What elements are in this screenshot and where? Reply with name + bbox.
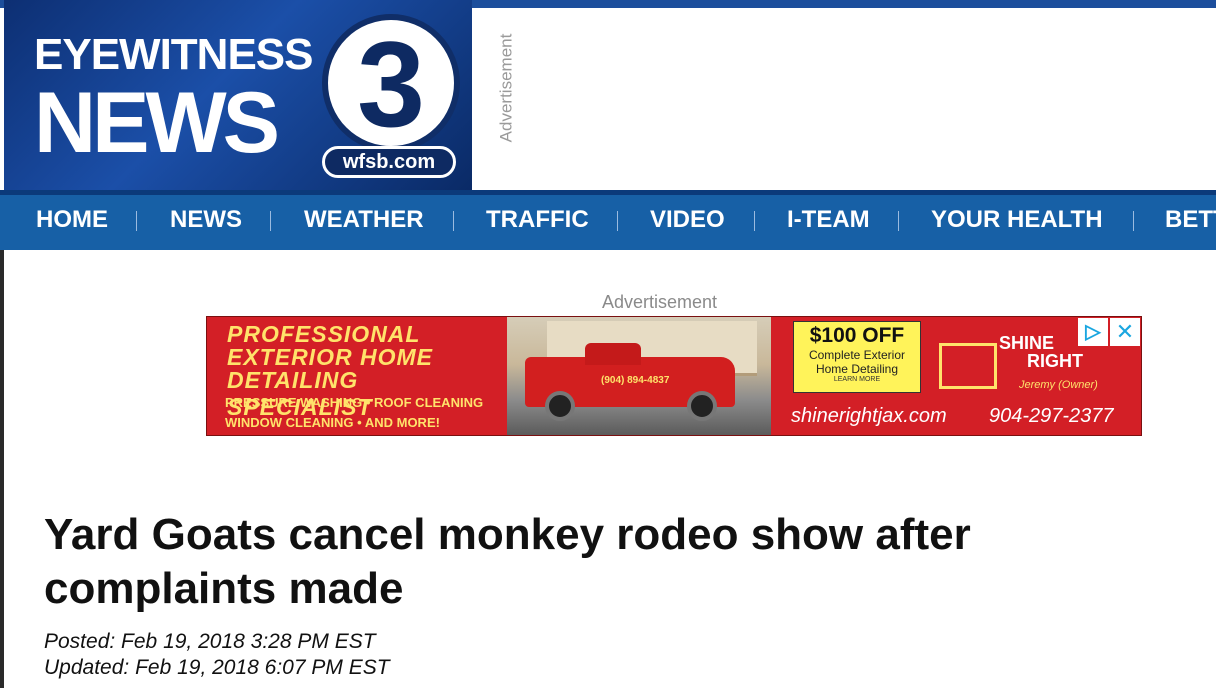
nav-item-video[interactable]: VIDEO (650, 195, 725, 250)
ad-site: shinerightjax.com (791, 405, 947, 427)
nav-item-your-health[interactable]: YOUR HEALTH (931, 195, 1103, 250)
nav-separator (1133, 211, 1134, 231)
offer-learn-more: LEARN MORE (833, 376, 881, 383)
nav-separator (136, 211, 137, 231)
posted-date: Posted: Feb 19, 2018 3:28 PM EST (44, 630, 376, 653)
logo-line2: NEWS (34, 75, 280, 171)
nav-separator (270, 211, 271, 231)
adchoices-icon[interactable]: ▷ (1078, 318, 1108, 346)
logo-line1: EYEWITNESS (34, 30, 313, 79)
offer-line: Complete Exterior (808, 348, 906, 362)
ad-services-line: PRESSURE WASHING • ROOF CLEANING (225, 395, 484, 410)
updated-date: Updated: Feb 19, 2018 6:07 PM EST (44, 656, 390, 679)
brand-name-2: RIGHT (1027, 351, 1083, 371)
offer-line: Home Detailing (815, 362, 899, 376)
nav-item-home[interactable]: HOME (36, 195, 108, 250)
logo-domain: wfsb.com (322, 146, 456, 178)
article-headline: Yard Goats cancel monkey rodeo show afte… (44, 510, 971, 613)
nav-separator (453, 211, 454, 231)
ad-headline-line: DETAILING SPECIALIST (227, 367, 373, 420)
top-ad-label: Advertisement (496, 33, 516, 143)
ad-truck-photo: (904) 894-4837 (507, 317, 771, 435)
brand-tagline: Jeremy (Owner) (1019, 379, 1098, 391)
top-ad-slot[interactable]: Advertisement (472, 8, 1216, 190)
site-logo[interactable]: EYEWITNESS NEWS 3 wfsb.com (4, 0, 472, 190)
nav-separator (754, 211, 755, 231)
ad-label: Advertisement (602, 292, 718, 312)
nav-item-i-team[interactable]: I-TEAM (787, 195, 870, 250)
nav-separator (898, 211, 899, 231)
nav-item-weather[interactable]: WEATHER (304, 195, 424, 250)
truck-phone: (904) 894-4837 (601, 375, 670, 386)
nav-item-bett[interactable]: BETT (1165, 195, 1216, 250)
logo-channel-badge: 3 (322, 14, 460, 152)
nav-separator (617, 211, 618, 231)
ad-left-panel: PROFESSIONAL EXTERIOR HOME DETAILING SPE… (207, 317, 507, 435)
offer-amount: $100 OFF (809, 324, 905, 347)
logo-channel-number: 3 (357, 16, 425, 152)
ad-phone: 904-297-2377 (989, 405, 1114, 427)
main-nav: HOME NEWS WEATHER TRAFFIC VIDEO I-TEAM Y… (0, 190, 1216, 250)
truck-wheel (545, 391, 575, 421)
nav-item-news[interactable]: NEWS (170, 195, 242, 250)
truck-wheel (687, 391, 717, 421)
ad-services-line: WINDOW CLEANING • AND MORE! (225, 415, 440, 430)
ad-banner[interactable]: PROFESSIONAL EXTERIOR HOME DETAILING SPE… (206, 316, 1142, 436)
ad-offer-box: $100 OFF Complete Exterior Home Detailin… (793, 321, 921, 393)
truck-cab (585, 343, 641, 365)
site-header: EYEWITNESS NEWS 3 wfsb.com Advertisement (0, 0, 1216, 190)
nav-item-traffic[interactable]: TRAFFIC (486, 195, 589, 250)
house-icon (939, 343, 997, 389)
close-icon[interactable]: ✕ (1110, 318, 1140, 346)
